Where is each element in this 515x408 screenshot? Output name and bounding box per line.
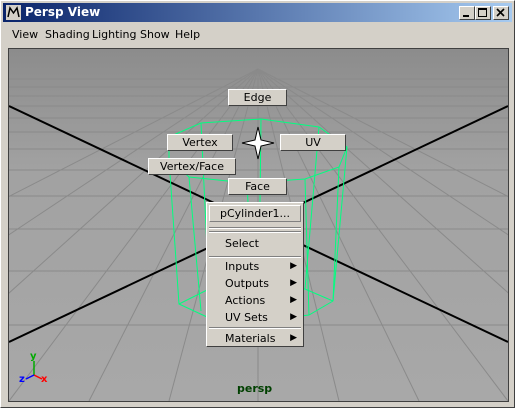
menu-help[interactable]: Help — [175, 28, 200, 41]
menu-view[interactable]: View — [12, 28, 38, 41]
marking-menu-uv[interactable]: UV — [280, 134, 346, 151]
menu-separator — [209, 231, 301, 233]
maximize-button[interactable] — [475, 6, 491, 20]
menu-item-label: UV Sets — [225, 311, 268, 324]
menu-item-outputs[interactable]: Outputs ▶ — [209, 275, 301, 292]
context-menu-title[interactable]: pCylinder1... — [209, 205, 301, 222]
x-axis-label: x — [41, 374, 48, 385]
camera-label: persp — [237, 382, 272, 395]
marking-menu-center-star-icon — [241, 126, 275, 160]
minimize-button[interactable] — [459, 6, 475, 20]
z-axis-label: z — [19, 374, 25, 385]
menu-item-actions[interactable]: Actions ▶ — [209, 292, 301, 309]
maximize-icon — [478, 8, 487, 17]
menu-item-materials[interactable]: Materials ▶ — [209, 330, 301, 347]
maya-app-icon — [6, 5, 21, 20]
window-title: Persp View — [25, 5, 101, 19]
title-bar[interactable]: Persp View — [3, 3, 512, 22]
marking-menu-vertex[interactable]: Vertex — [167, 134, 233, 151]
submenu-arrow-icon: ▶ — [290, 278, 297, 288]
menu-item-label: Actions — [225, 294, 266, 307]
menu-item-label: Outputs — [225, 277, 269, 290]
menu-item-label: Materials — [225, 332, 276, 345]
menu-item-label: Inputs — [225, 260, 260, 273]
menu-item-label: Select — [225, 237, 259, 250]
menu-shading[interactable]: Shading — [45, 28, 90, 41]
minimize-icon — [463, 15, 469, 17]
submenu-arrow-icon: ▶ — [290, 295, 297, 305]
close-button[interactable] — [493, 6, 509, 20]
marking-menu-face[interactable]: Face — [228, 178, 287, 195]
submenu-arrow-icon: ▶ — [290, 261, 297, 271]
menu-item-uv-sets[interactable]: UV Sets ▶ — [209, 309, 301, 326]
submenu-arrow-icon: ▶ — [290, 312, 297, 322]
menu-separator — [209, 327, 301, 329]
menu-lighting[interactable]: Lighting — [92, 28, 136, 41]
submenu-arrow-icon: ▶ — [290, 333, 297, 343]
object-context-menu: pCylinder1... Select Inputs ▶ Outputs ▶ … — [206, 202, 304, 347]
marking-menu-edge[interactable]: Edge — [228, 89, 287, 106]
marking-menu-vertex-face[interactable]: Vertex/Face — [148, 158, 236, 175]
menu-item-select[interactable]: Select — [209, 235, 301, 252]
menu-bar: View Shading Lighting Show Help — [3, 25, 512, 46]
persp-view-window: Persp View View Shading Lighting Show He… — [0, 0, 515, 408]
menu-item-inputs[interactable]: Inputs ▶ — [209, 258, 301, 275]
close-icon — [496, 8, 505, 17]
menu-separator — [209, 227, 301, 229]
menu-show[interactable]: Show — [140, 28, 170, 41]
y-axis-label: y — [30, 351, 37, 362]
